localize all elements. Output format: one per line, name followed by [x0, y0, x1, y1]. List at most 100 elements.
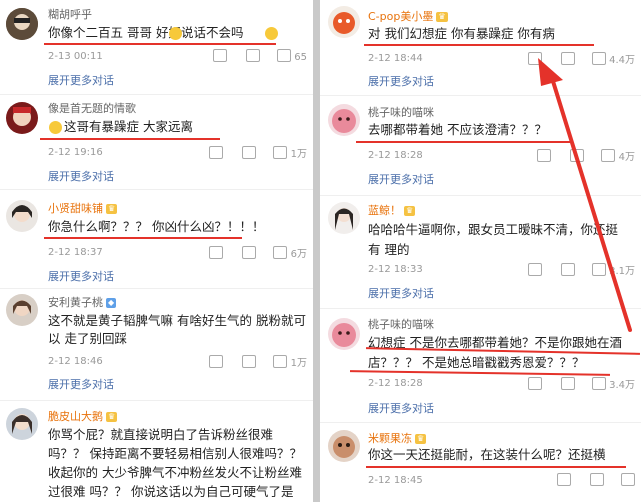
- annotation-underline: [44, 237, 242, 239]
- comment-date: 2-12 18:46: [48, 356, 103, 367]
- comment-date: 2-12 18:28: [368, 378, 423, 389]
- share-icon[interactable]: [527, 263, 542, 276]
- like-count: 65: [294, 52, 307, 63]
- expand-conversation-link[interactable]: 展开更多对话: [48, 268, 114, 284]
- like-icon[interactable]: [273, 246, 288, 259]
- smile-emoji-icon: [49, 121, 62, 134]
- like-count: 4万: [618, 152, 635, 163]
- share-icon[interactable]: [527, 377, 542, 390]
- avatar[interactable]: [328, 430, 360, 462]
- comment-text: 你这一天还挺能耐，在这装什么呢？还挺横: [368, 447, 606, 462]
- like-icon[interactable]: [273, 355, 288, 368]
- comment-actions: 4万: [521, 148, 635, 163]
- comment-actions: 4.4万: [512, 51, 635, 66]
- vip-badge-icon: ♛: [415, 434, 427, 444]
- verified-badge-icon: ◆: [106, 298, 117, 308]
- comment-text: 去哪都带着她 不应该澄清？？？: [368, 122, 547, 137]
- expand-conversation-link[interactable]: 展开更多对话: [368, 73, 434, 89]
- like-icon[interactable]: [273, 146, 288, 159]
- comment-actions: 3.4万: [512, 376, 635, 391]
- reply-icon[interactable]: [560, 263, 575, 276]
- comment-actions: 1万: [193, 354, 307, 369]
- avatar[interactable]: [6, 408, 38, 440]
- like-count: 3.4万: [609, 380, 635, 391]
- reply-icon[interactable]: [560, 52, 575, 65]
- smile-emoji-icon: [169, 27, 182, 40]
- share-icon[interactable]: [556, 473, 571, 486]
- avatar[interactable]: [328, 6, 360, 38]
- reply-icon[interactable]: [242, 246, 257, 259]
- comment-actions: [541, 473, 635, 487]
- annotation-underline: [366, 466, 626, 468]
- vip-badge-icon: ♛: [106, 412, 118, 422]
- username[interactable]: 米颗果冻 ♛: [368, 430, 427, 446]
- comment-text: 这哥有暴躁症 大家远离: [64, 119, 193, 134]
- username[interactable]: 糊胡呼乎: [48, 6, 92, 22]
- left-comment-panel: 糊胡呼乎 你像个二百五 哥哥 好好说话不会吗 2-13 00:11 65 展开更…: [0, 0, 313, 502]
- username[interactable]: 小贤甜味铺 ♛: [48, 200, 118, 216]
- divider: [320, 308, 641, 309]
- comment-date: 2-12 18:28: [368, 150, 423, 161]
- like-count: 1万: [290, 149, 307, 160]
- like-icon[interactable]: [591, 263, 606, 276]
- avatar[interactable]: [6, 8, 38, 40]
- username[interactable]: 桃子味的喵咪: [368, 104, 434, 120]
- comment-date: 2-12 18:33: [368, 264, 423, 275]
- expand-conversation-link[interactable]: 展开更多对话: [368, 285, 434, 301]
- divider: [0, 189, 313, 190]
- expand-conversation-link[interactable]: 展开更多对话: [48, 376, 114, 392]
- comment-text: 你急什么啊？？？ 你凶什么凶？！！！: [48, 219, 265, 234]
- share-icon[interactable]: [209, 246, 224, 259]
- username[interactable]: 桃子味的喵咪: [368, 316, 434, 332]
- avatar[interactable]: [328, 104, 360, 136]
- like-icon[interactable]: [591, 52, 606, 65]
- share-icon[interactable]: [212, 49, 227, 62]
- comment-actions: 1万: [193, 145, 307, 160]
- like-icon[interactable]: [591, 377, 606, 390]
- like-count: 3.1万: [609, 266, 635, 277]
- share-icon[interactable]: [537, 149, 552, 162]
- reply-icon[interactable]: [589, 473, 604, 486]
- comment-date: 2-12 18:44: [368, 53, 423, 64]
- expand-conversation-link[interactable]: 展开更多对话: [368, 400, 434, 416]
- like-icon[interactable]: [601, 149, 616, 162]
- divider: [0, 400, 313, 401]
- avatar[interactable]: [6, 294, 38, 326]
- comment-text: 哈哈哈牛逼啊你，跟女员工暧昧不清，你还挺有 理的: [368, 222, 619, 257]
- reply-icon[interactable]: [570, 149, 585, 162]
- reply-icon[interactable]: [560, 377, 575, 390]
- divider: [320, 195, 641, 196]
- like-icon[interactable]: [277, 49, 292, 62]
- comment-date: 2-12 18:45: [368, 475, 423, 486]
- username[interactable]: 脆皮山大鹅 ♛: [48, 408, 118, 424]
- share-icon[interactable]: [527, 52, 542, 65]
- username[interactable]: C-pop美小墨 ♛: [368, 8, 448, 24]
- avatar[interactable]: [328, 318, 360, 350]
- reply-icon[interactable]: [245, 49, 260, 62]
- right-comment-panel: C-pop美小墨 ♛ 对 我们幻想症 你有暴躁症 你有病 2-12 18:44 4…: [320, 0, 641, 502]
- divider: [320, 95, 641, 96]
- share-icon[interactable]: [209, 355, 224, 368]
- comment-date: 2-12 18:37: [48, 247, 103, 258]
- annotation-underline: [356, 141, 570, 143]
- username[interactable]: 蓝鲸！ ♛: [368, 202, 416, 218]
- comment-actions: 65: [197, 49, 307, 63]
- expand-conversation-link[interactable]: 展开更多对话: [48, 168, 114, 184]
- username[interactable]: 像是首无题的情歌: [48, 100, 136, 116]
- like-count: 6万: [290, 249, 307, 260]
- think-emoji-icon: [265, 27, 278, 40]
- like-icon[interactable]: [621, 473, 635, 486]
- avatar[interactable]: [6, 102, 38, 134]
- share-icon[interactable]: [209, 146, 224, 159]
- comment-actions: 6万: [193, 245, 307, 260]
- divider: [320, 422, 641, 423]
- annotation-underline: [40, 138, 220, 140]
- expand-conversation-link[interactable]: 展开更多对话: [48, 72, 114, 88]
- avatar[interactable]: [328, 202, 360, 234]
- comment-actions: 3.1万: [512, 262, 635, 277]
- username[interactable]: 安利黄子桃 ◆: [48, 294, 117, 310]
- reply-icon[interactable]: [242, 146, 257, 159]
- avatar[interactable]: [6, 200, 38, 232]
- reply-icon[interactable]: [242, 355, 257, 368]
- expand-conversation-link[interactable]: 展开更多对话: [368, 171, 434, 187]
